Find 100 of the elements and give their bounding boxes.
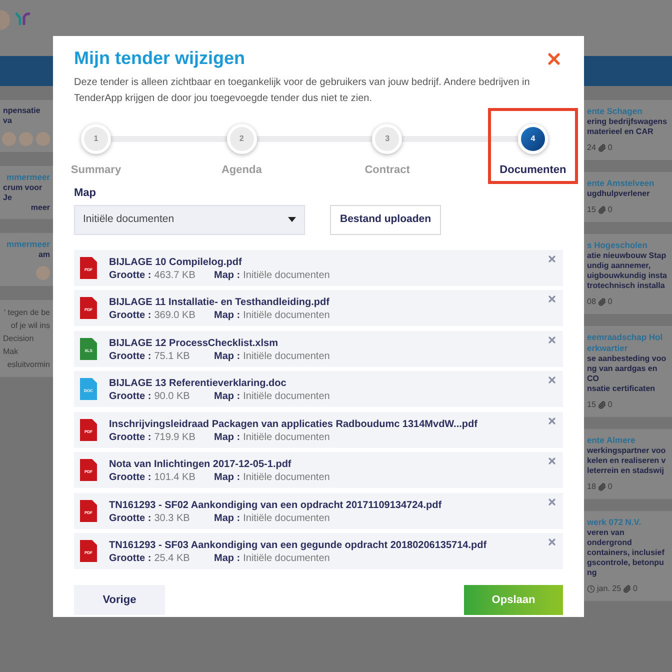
step-label: Summary xyxy=(70,163,122,178)
date-text: 24 xyxy=(587,142,596,154)
date-text: jan. 25 xyxy=(597,583,622,595)
size-label: Grootte : xyxy=(109,268,152,282)
card-text: meer xyxy=(30,203,50,213)
step-number: 3 xyxy=(372,124,402,154)
map-value: Initiële documenten xyxy=(243,268,330,282)
card-text: am xyxy=(38,250,50,260)
card-text: undig aannemer, xyxy=(587,261,652,271)
map-value: Initiële documenten xyxy=(243,552,330,566)
avatar xyxy=(0,10,10,30)
size-label: Grootte : xyxy=(109,471,152,485)
paperclip-icon xyxy=(598,144,606,152)
card-text: kelen en realiseren v xyxy=(587,456,667,466)
remove-button[interactable] xyxy=(547,456,557,466)
file-name: Nota van Inlichtingen 2017-12-05-1.pdf xyxy=(109,458,292,471)
map-value: Initiële documenten xyxy=(243,512,330,526)
map-value: Initiële documenten xyxy=(243,350,330,364)
step-label: Documenten xyxy=(500,163,566,178)
remove-button[interactable] xyxy=(547,537,557,547)
map-label: Map : xyxy=(214,430,240,444)
map-value: Initiële documenten xyxy=(243,430,330,444)
map-label: Map : xyxy=(214,390,240,404)
size-value: 101.4 KB xyxy=(154,471,196,485)
modal-title: Mijn tender wijzigen xyxy=(74,47,246,70)
map-label: Map : xyxy=(214,512,240,526)
attachment-count: 0 xyxy=(608,142,612,154)
card-text: werk 072 N.V. xyxy=(587,517,642,528)
date-text: 15 xyxy=(587,204,596,216)
size-label: Grootte : xyxy=(109,390,152,404)
map-select[interactable]: Initiële documenten xyxy=(74,204,305,234)
size-value: 719.9 KB xyxy=(154,430,196,444)
remove-button[interactable] xyxy=(547,294,557,304)
attachment-count: 0 xyxy=(608,204,612,216)
size-value: 90.0 KB xyxy=(154,390,190,404)
avatar xyxy=(36,266,50,280)
size-value: 75.1 KB xyxy=(154,350,190,364)
step-label: Contract xyxy=(364,163,410,178)
step[interactable]: 4 Documenten xyxy=(488,108,578,184)
map-value: Initiële documenten xyxy=(243,390,330,404)
avatar xyxy=(36,132,50,146)
file-name: BIJLAGE 13 Referentieverklaring.doc xyxy=(109,377,288,390)
card-text: uigbouwkundig insta xyxy=(587,271,668,281)
card-text: s Hogescholen xyxy=(587,240,648,251)
size-label: Grootte : xyxy=(109,552,152,566)
size-value: 25.4 KB xyxy=(154,552,190,566)
attachment-count: 0 xyxy=(608,481,612,493)
card-text: ugdhulpverlener xyxy=(587,189,651,199)
card-text: of je wil ins xyxy=(10,320,50,332)
size-label: Grootte : xyxy=(109,350,152,364)
map-label: Map : xyxy=(214,552,240,566)
card-text: eemraadschap Hol xyxy=(587,332,664,343)
remove-button[interactable] xyxy=(547,496,557,506)
size-label: Grootte : xyxy=(109,309,152,323)
card-text: materieel en CAR xyxy=(587,127,654,137)
paperclip-icon xyxy=(598,298,606,306)
remove-button[interactable] xyxy=(547,416,557,426)
remove-button[interactable] xyxy=(547,334,557,344)
card-text: leterrein en stadswij xyxy=(587,466,665,476)
card-text: npensatie va xyxy=(3,106,42,126)
paperclip-icon xyxy=(598,206,606,214)
card-text: esluitvormin xyxy=(7,359,50,371)
paperclip-icon xyxy=(598,483,606,491)
upload-button[interactable]: Bestand uploaden xyxy=(330,204,442,234)
step-number: 4 xyxy=(518,124,548,154)
date-text: 08 xyxy=(587,296,596,308)
logo-icon xyxy=(14,10,32,26)
attachment-count: 0 xyxy=(608,296,612,308)
attachment-count: 0 xyxy=(608,399,612,411)
step-number: 1 xyxy=(81,124,111,154)
map-label: Map : xyxy=(214,471,240,485)
map-label: Map : xyxy=(214,268,240,282)
card-text: se aanbesteding voo xyxy=(587,354,668,364)
file-name: TN161293 - SF03 Aankondiging van een gegunde opdracht 20180206135714.pdf xyxy=(109,539,488,552)
card-text: mmermeer xyxy=(6,239,50,250)
back-button[interactable]: Vorige xyxy=(74,585,165,615)
remove-button[interactable] xyxy=(547,254,557,264)
size-value: 30.3 KB xyxy=(154,512,190,526)
close-button[interactable] xyxy=(545,50,563,68)
map-value: Initiële documenten xyxy=(243,471,330,485)
step-number: 2 xyxy=(226,124,257,154)
file-name: BIJLAGE 11 Installatie- en Testhandleiding.pdf xyxy=(109,296,330,309)
file-name: BIJLAGE 10 Compilelog.pdf xyxy=(109,256,243,268)
file-name: BIJLAGE 12 ProcessChecklist.xlsm xyxy=(109,336,279,350)
card-text: trotechnisch installa xyxy=(587,281,666,291)
paperclip-icon xyxy=(598,401,606,409)
map-label: Map xyxy=(74,186,97,201)
card-text: erkwartier xyxy=(587,343,629,354)
card-text: ng xyxy=(587,568,598,578)
step-label: Agenda xyxy=(221,163,262,178)
card-text: nsatie certificaten xyxy=(587,384,656,394)
card-text: ering bedrijfswagens xyxy=(587,117,668,127)
avatar xyxy=(2,132,16,146)
size-label: Grootte : xyxy=(109,430,152,444)
date-text: 15 xyxy=(587,399,596,411)
map-value: Initiële documenten xyxy=(243,309,330,323)
date-text: 18 xyxy=(587,481,596,493)
card-text: atie nieuwbouw Stap xyxy=(587,251,668,261)
remove-button[interactable] xyxy=(547,375,557,385)
size-label: Grootte : xyxy=(109,512,152,526)
